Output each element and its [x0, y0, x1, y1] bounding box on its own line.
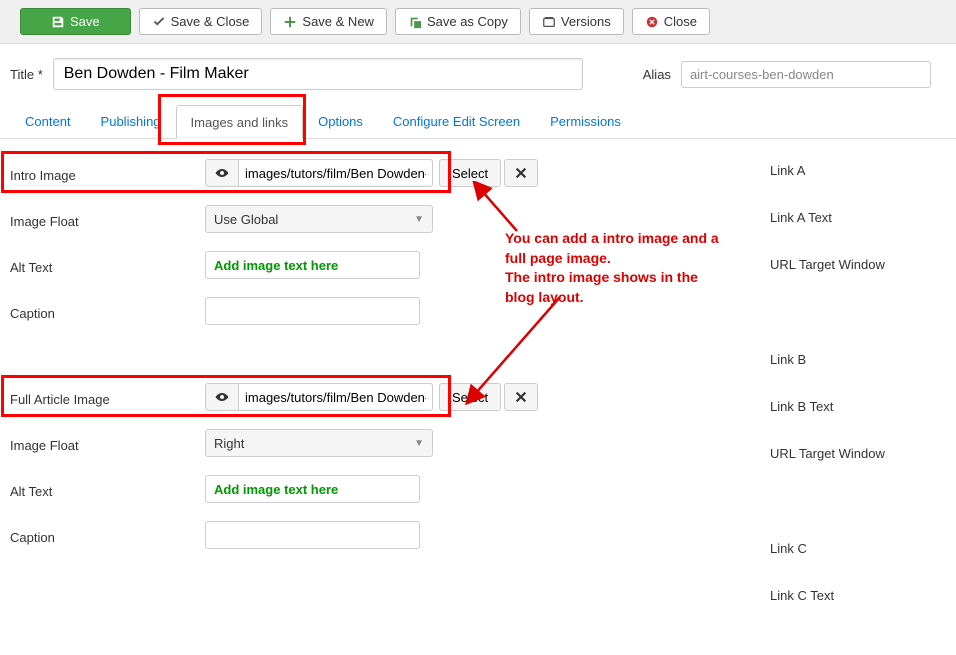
full-float-dropdown[interactable]: Right ▼: [205, 429, 433, 457]
title-label: Title *: [10, 67, 43, 82]
intro-caption-label: Caption: [10, 302, 205, 321]
save-copy-button[interactable]: Save as Copy: [395, 8, 521, 35]
close-icon: [645, 15, 659, 29]
link-a-text-label: Link A Text: [770, 210, 946, 225]
intro-float-label: Image Float: [10, 210, 205, 229]
save-close-label: Save & Close: [171, 14, 250, 29]
save-copy-label: Save as Copy: [427, 14, 508, 29]
annotation-text: You can add a intro image and a full pag…: [505, 229, 725, 307]
versions-icon: [542, 15, 556, 29]
close-button[interactable]: Close: [632, 8, 710, 35]
intro-image-clear-button[interactable]: [504, 159, 538, 187]
full-alt-label: Alt Text: [10, 480, 205, 499]
full-image-row: Full Article Image Select: [10, 383, 770, 411]
annotation-box-full: [1, 375, 451, 417]
chevron-down-icon: ▼: [414, 438, 424, 449]
clear-icon: [514, 390, 528, 404]
save-new-button[interactable]: Save & New: [270, 8, 387, 35]
versions-label: Versions: [561, 14, 611, 29]
full-caption-input[interactable]: [205, 521, 420, 549]
link-a-label: Link A: [770, 163, 946, 178]
toolbar: Save Save & Close Save & New Save as Cop…: [0, 0, 956, 44]
full-alt-row: Alt Text: [10, 475, 770, 503]
apply-icon: [51, 15, 65, 29]
save-close-button[interactable]: Save & Close: [139, 8, 263, 35]
check-icon: [152, 15, 166, 29]
full-alt-input[interactable]: [205, 475, 420, 503]
versions-button[interactable]: Versions: [529, 8, 624, 35]
content-area: Intro Image Select Image Float Use Globa…: [0, 139, 956, 655]
url-target-b-label: URL Target Window: [770, 446, 946, 461]
link-b-text-label: Link B Text: [770, 399, 946, 414]
close-label: Close: [664, 14, 697, 29]
tab-content[interactable]: Content: [10, 104, 86, 138]
full-float-row: Image Float Right ▼: [10, 429, 770, 457]
intro-float-dropdown[interactable]: Use Global ▼: [205, 205, 433, 233]
plus-icon: [283, 15, 297, 29]
title-input[interactable]: [53, 58, 583, 90]
full-image-clear-button[interactable]: [504, 383, 538, 411]
clear-icon: [514, 166, 528, 180]
tab-options[interactable]: Options: [303, 104, 378, 138]
chevron-down-icon: ▼: [414, 214, 424, 225]
url-target-a-label: URL Target Window: [770, 257, 946, 272]
annotation-box-intro: [1, 151, 451, 193]
intro-alt-label: Alt Text: [10, 256, 205, 275]
link-b-label: Link B: [770, 352, 946, 367]
alias-label: Alias: [643, 67, 671, 82]
full-caption-label: Caption: [10, 526, 205, 545]
copy-icon: [408, 15, 422, 29]
tab-configure-edit-screen[interactable]: Configure Edit Screen: [378, 104, 535, 138]
full-caption-row: Caption: [10, 521, 770, 549]
full-float-value: Right: [214, 436, 244, 451]
intro-caption-input[interactable]: [205, 297, 420, 325]
full-float-label: Image Float: [10, 434, 205, 453]
annotation-box-tab: [158, 94, 306, 145]
right-column: Link A Link A Text URL Target Window Lin…: [770, 159, 946, 635]
intro-float-value: Use Global: [214, 212, 278, 227]
left-column: Intro Image Select Image Float Use Globa…: [10, 159, 770, 635]
intro-alt-input[interactable]: [205, 251, 420, 279]
alias-input[interactable]: [681, 61, 931, 88]
save-new-label: Save & New: [302, 14, 374, 29]
link-c-label: Link C: [770, 541, 946, 556]
intro-image-row: Intro Image Select: [10, 159, 770, 187]
save-button[interactable]: Save: [20, 8, 131, 35]
save-label: Save: [70, 14, 100, 29]
title-row: Title * Alias: [0, 44, 956, 90]
tab-permissions[interactable]: Permissions: [535, 104, 636, 138]
link-c-text-label: Link C Text: [770, 588, 946, 603]
tabs: Content Publishing Images and links Opti…: [0, 104, 956, 139]
